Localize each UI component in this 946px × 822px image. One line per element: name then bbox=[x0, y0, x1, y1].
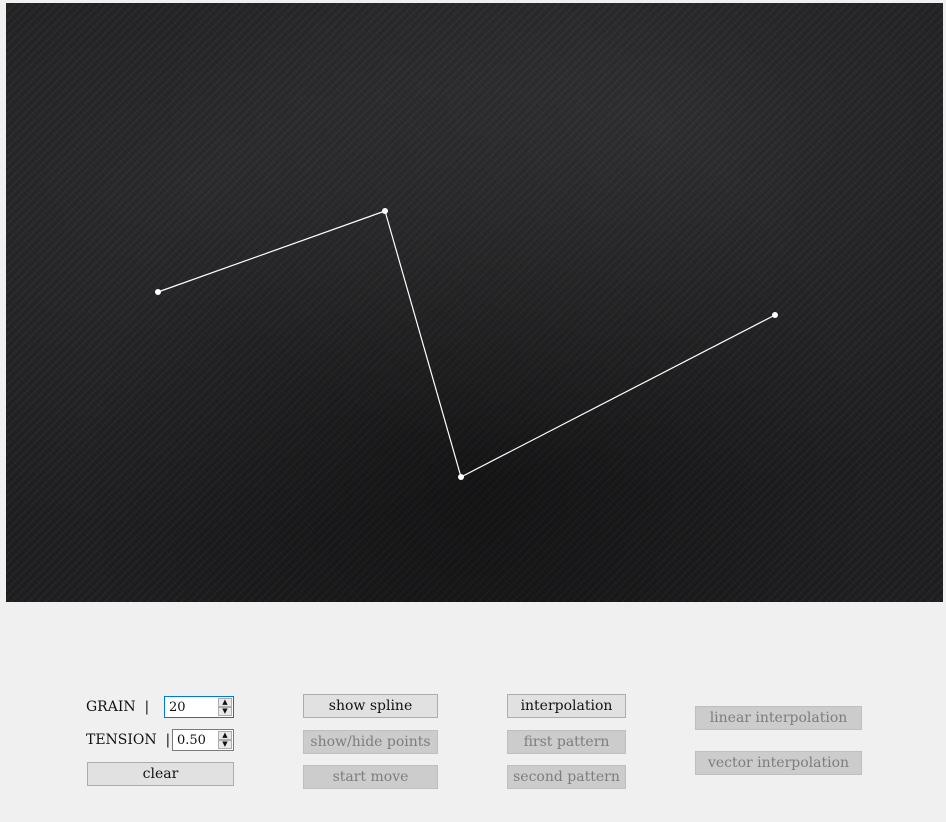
spline-editor-window: GRAIN | ▲ ▼ TENSION | ▲ ▼ clear show spl… bbox=[0, 0, 946, 822]
vector-interpolation-button[interactable]: vector interpolation bbox=[695, 751, 862, 775]
grain-label: GRAIN | bbox=[86, 699, 150, 715]
control-point-3[interactable] bbox=[458, 474, 464, 480]
curve-overlay bbox=[155, 208, 778, 480]
linear-interpolation-button[interactable]: linear interpolation bbox=[695, 706, 862, 730]
interpolation-button[interactable]: interpolation bbox=[507, 694, 626, 718]
start-move-button[interactable]: start move bbox=[303, 765, 438, 789]
control-point-2[interactable] bbox=[382, 208, 388, 214]
tension-label: TENSION | bbox=[86, 732, 171, 748]
grain-spinbox[interactable]: ▲ ▼ bbox=[164, 696, 234, 718]
control-polyline bbox=[157, 210, 776, 478]
control-point-4[interactable] bbox=[772, 312, 778, 318]
clear-button[interactable]: clear bbox=[87, 762, 234, 786]
drawing-canvas[interactable] bbox=[6, 3, 943, 602]
grain-up-arrow-icon[interactable]: ▲ bbox=[218, 698, 232, 707]
first-pattern-button[interactable]: first pattern bbox=[507, 730, 626, 754]
tension-up-arrow-icon[interactable]: ▲ bbox=[218, 731, 232, 740]
grain-down-arrow-icon[interactable]: ▼ bbox=[218, 707, 232, 716]
control-point-1[interactable] bbox=[155, 289, 161, 295]
show-spline-button[interactable]: show spline bbox=[303, 694, 438, 718]
tension-down-arrow-icon[interactable]: ▼ bbox=[218, 740, 232, 749]
tension-spinbox[interactable]: ▲ ▼ bbox=[172, 729, 234, 751]
grain-input[interactable] bbox=[167, 698, 221, 716]
second-pattern-button[interactable]: second pattern bbox=[507, 765, 626, 789]
show-hide-points-button[interactable]: show/hide points bbox=[303, 730, 438, 754]
